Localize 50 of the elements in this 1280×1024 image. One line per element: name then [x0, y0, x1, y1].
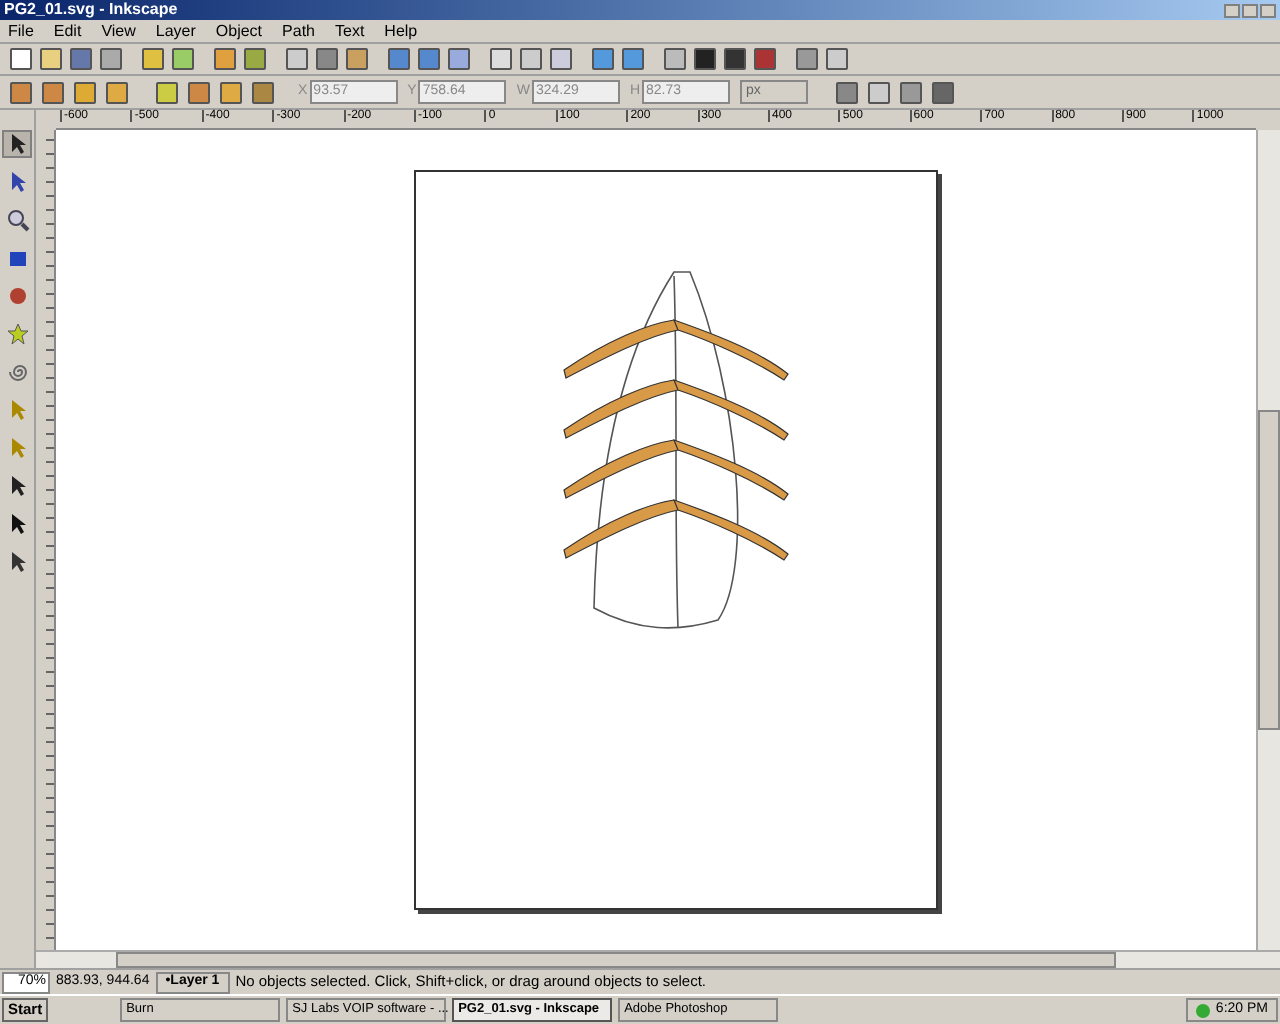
toolbar-icon[interactable]: [156, 81, 178, 103]
menu-item[interactable]: Layer: [155, 23, 196, 39]
menu-item[interactable]: Path: [282, 23, 315, 39]
tool-button[interactable]: [2, 206, 32, 234]
toolbar-icon[interactable]: [74, 81, 96, 103]
toolbar-icon[interactable]: [346, 48, 368, 70]
toolbar-icon[interactable]: [694, 48, 716, 70]
scrollbar-thumb[interactable]: [1258, 410, 1280, 730]
toolbar-icon[interactable]: [868, 81, 891, 103]
toolbar-icon[interactable]: [490, 48, 512, 70]
toolbar-icon[interactable]: [826, 48, 848, 70]
menu-item[interactable]: View: [101, 23, 136, 39]
menu-item[interactable]: Edit: [53, 23, 82, 39]
window-title: PG2_01.svg - Inkscape: [4, 2, 178, 18]
toolbar-icon[interactable]: [220, 81, 242, 103]
maximize-button[interactable]: [1242, 3, 1258, 17]
zoom-tool-icon: [5, 208, 29, 232]
toolbar-icon[interactable]: [100, 48, 122, 70]
toolbar-icon[interactable]: [252, 81, 274, 103]
close-button[interactable]: [1260, 3, 1276, 17]
menu-item[interactable]: File: [8, 23, 34, 39]
toolbar-icon[interactable]: [172, 48, 194, 70]
minimize-button[interactable]: [1224, 3, 1240, 17]
toolbar-icon[interactable]: [448, 48, 470, 70]
spiral-tool-icon: [5, 360, 29, 384]
circle-tool-icon: [5, 284, 29, 308]
toolbar-icon[interactable]: [40, 48, 62, 70]
menu-item[interactable]: Text: [335, 23, 365, 39]
rect-tool-icon: [5, 246, 29, 270]
menu-item[interactable]: Object: [215, 23, 263, 39]
toolbar-icon[interactable]: [932, 81, 955, 103]
toolbar-icon[interactable]: [214, 48, 236, 70]
horizontal-scrollbar[interactable]: [36, 950, 1280, 968]
toolbar-icon[interactable]: [42, 81, 64, 103]
toolbar-icon[interactable]: [142, 48, 164, 70]
toolbar-icon[interactable]: [286, 48, 308, 70]
toolbar-icon[interactable]: [520, 48, 542, 70]
toolbar-icon[interactable]: [106, 81, 128, 103]
tool-button[interactable]: [2, 130, 32, 158]
toolbar-icon[interactable]: [10, 81, 32, 103]
vertical-scrollbar[interactable]: [1256, 130, 1280, 950]
toolbar-icon[interactable]: [900, 81, 923, 103]
toolbar-icon[interactable]: [836, 81, 859, 103]
toolbar-icon[interactable]: [188, 81, 210, 103]
star-tool-icon: [5, 322, 29, 346]
scrollbar-thumb[interactable]: [116, 952, 1116, 968]
toolbar-icon[interactable]: [10, 48, 32, 70]
menu-item[interactable]: Help: [384, 23, 418, 39]
toolbar-icon[interactable]: [550, 48, 572, 70]
toolbar-icon[interactable]: [664, 48, 686, 70]
